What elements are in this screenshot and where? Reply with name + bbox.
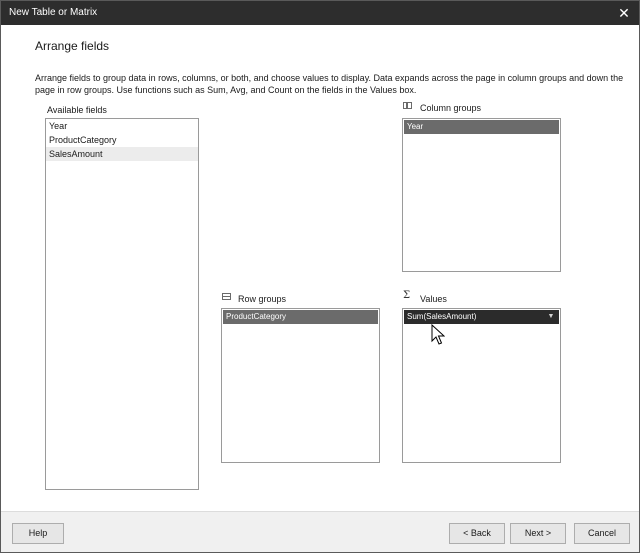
row-groups-label: Row groups (238, 294, 287, 304)
available-fields-label: Available fields (47, 105, 107, 115)
close-icon[interactable]: ✕ (615, 4, 633, 22)
value-chip-label: Sum(SalesAmount) (407, 312, 477, 321)
dialog-window: New Table or Matrix ✕ Arrange fields Arr… (0, 0, 640, 553)
next-button[interactable]: Next > (510, 523, 566, 544)
cancel-button[interactable]: Cancel (574, 523, 630, 544)
available-field-item[interactable]: ProductCategory (46, 133, 198, 147)
wizard-content: Arrange fields Arrange fields to group d… (1, 25, 639, 511)
title-bar: New Table or Matrix ✕ (1, 1, 639, 25)
values-label: Values (420, 294, 447, 304)
column-groups-label: Column groups (420, 103, 482, 113)
available-field-item[interactable]: SalesAmount (46, 147, 198, 161)
row-groups-list[interactable]: ProductCategory (221, 308, 380, 463)
available-field-item[interactable]: Year (46, 119, 198, 133)
sigma-icon: Σ (403, 290, 411, 301)
chevron-down-icon[interactable]: ▼ (546, 310, 556, 324)
column-groups-list[interactable]: Year (402, 118, 561, 272)
mouse-cursor-icon (431, 324, 445, 345)
help-button[interactable]: Help (12, 523, 64, 544)
page-heading: Arrange fields (35, 39, 110, 53)
row-group-chip[interactable]: ProductCategory (223, 310, 378, 324)
value-chip[interactable]: Sum(SalesAmount) ▼ (404, 310, 559, 324)
available-fields-list[interactable]: Year ProductCategory SalesAmount (45, 118, 199, 490)
values-list[interactable]: Sum(SalesAmount) ▼ (402, 308, 561, 463)
back-button[interactable]: < Back (449, 523, 505, 544)
page-description: Arrange fields to group data in rows, co… (35, 73, 624, 95)
column-groups-icon (403, 102, 412, 109)
column-group-chip[interactable]: Year (404, 120, 559, 134)
row-groups-icon (222, 293, 231, 300)
window-title: New Table or Matrix (9, 7, 98, 18)
dialog-footer: Help < Back Next > Cancel (1, 511, 639, 552)
